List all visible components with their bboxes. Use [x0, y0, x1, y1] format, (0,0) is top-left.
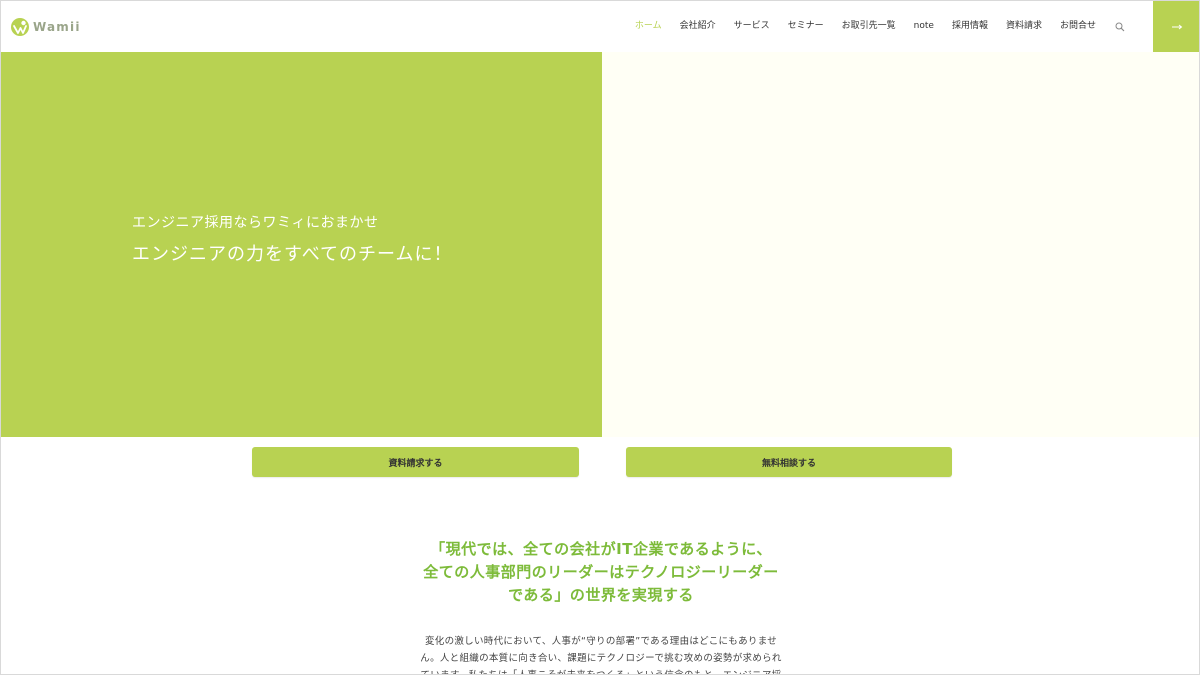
nav-item-seminar[interactable]: セミナー	[779, 1, 833, 52]
hero-image-panel	[602, 52, 1199, 437]
hero-panel: エンジニア採用ならワミィにおまかせ エンジニアの力をすべてのチームに！	[1, 52, 602, 437]
search-button[interactable]	[1105, 1, 1135, 52]
nav-item-home[interactable]: ホーム	[626, 1, 671, 52]
logo-icon	[11, 18, 29, 36]
search-icon	[1115, 22, 1125, 31]
mission-statement: 「現代では、全ての会社がIT企業であるように、 全ての人事部門のリーダーはテクノ…	[301, 538, 901, 607]
paragraph-line: 変化の激しい時代において、人事が“守りの部署”である理由はどこにもありませ	[424, 636, 778, 647]
paragraph-line: ています。私たちは「人事こそが未来をつくる」という信念のもと、エンジニア採	[413, 667, 789, 674]
menu-button[interactable]	[1153, 1, 1199, 52]
hero-subtitle: エンジニア採用ならワミィにおまかせ	[132, 215, 379, 231]
mission-line: 全ての人事部門のリーダーはテクノロジーリーダー	[423, 563, 779, 581]
document-request-button[interactable]: 資料請求する	[252, 447, 579, 477]
nav-item-service[interactable]: サービス	[725, 1, 779, 52]
arrow-right-icon	[1172, 24, 1183, 29]
intro-paragraph: 変化の激しい時代において、人事が“守りの部署”である理由はどこにもありませ ん。…	[413, 633, 789, 674]
mission-line: である」の世界を実現する	[508, 586, 694, 604]
free-consultation-button[interactable]: 無料相談する	[626, 447, 952, 477]
nav-item-clients[interactable]: お取引先一覧	[833, 1, 905, 52]
logo[interactable]: Wamii	[10, 16, 81, 38]
nav-item-company[interactable]: 会社紹介	[671, 1, 725, 52]
paragraph-line: ん。人と組織の本質に向き合い、課題にテクノロジーで挑む攻めの姿勢が求められ	[420, 653, 782, 664]
logo-text: Wamii	[33, 20, 81, 34]
hero-title: エンジニアの力をすべてのチームに！	[132, 244, 453, 265]
main-nav: ホーム 会社紹介 サービス セミナー お取引先一覧 note 採用情報 資料請求…	[626, 1, 1135, 52]
mission-line: 「現代では、全ての会社がIT企業であるように、	[430, 540, 772, 558]
page: Wamii ホーム 会社紹介 サービス セミナー お取引先一覧 note 採用情…	[0, 0, 1200, 675]
nav-item-note[interactable]: note	[905, 1, 943, 52]
site-header: Wamii ホーム 会社紹介 サービス セミナー お取引先一覧 note 採用情…	[1, 1, 1199, 52]
nav-item-documents[interactable]: 資料請求	[997, 1, 1051, 52]
nav-item-contact[interactable]: お問合せ	[1051, 1, 1105, 52]
nav-item-recruit[interactable]: 採用情報	[943, 1, 997, 52]
